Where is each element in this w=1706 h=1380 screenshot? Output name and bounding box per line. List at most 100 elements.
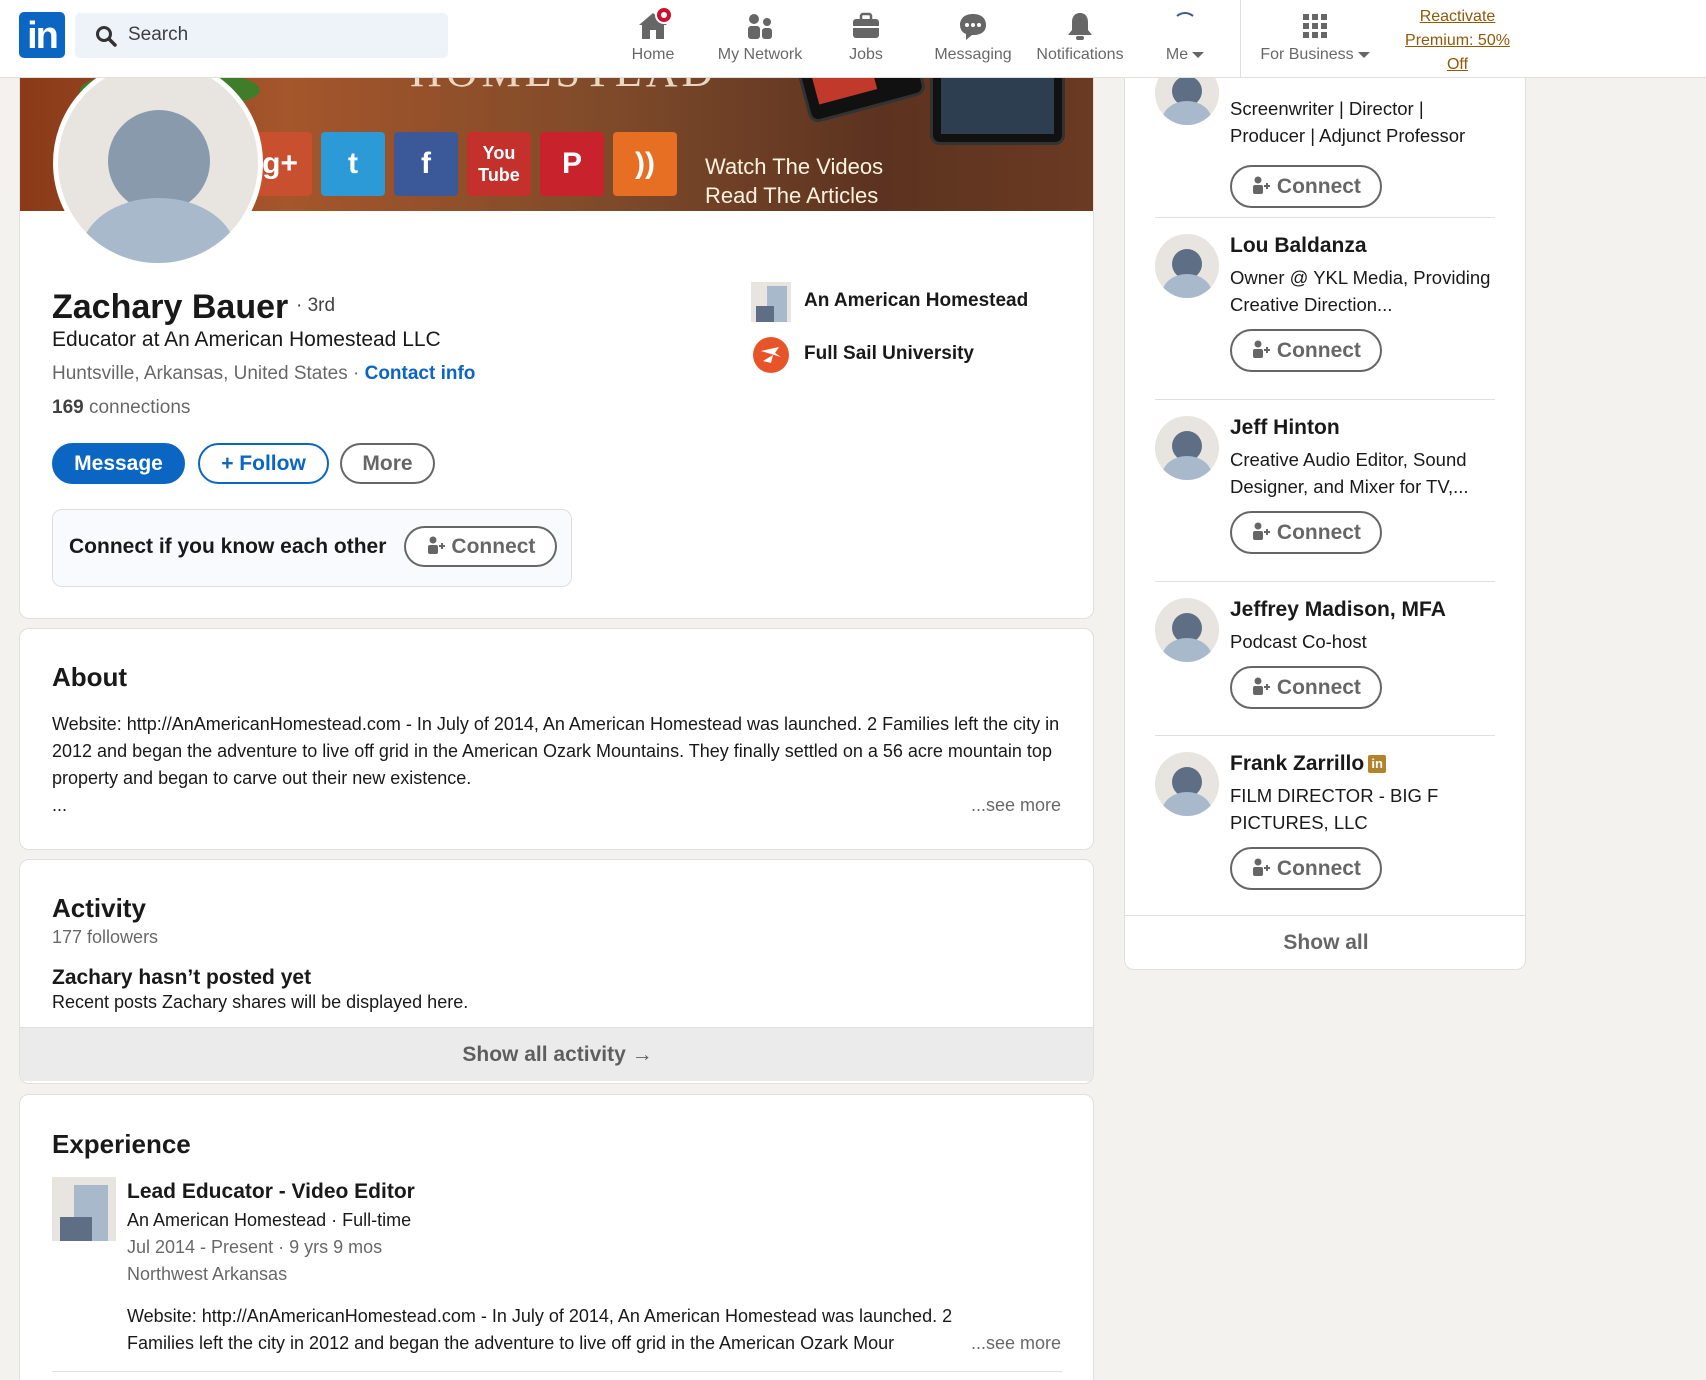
linkedin-premium-icon: in	[1368, 755, 1387, 773]
experience-see-more[interactable]: ...see more	[966, 1330, 1061, 1357]
profile-avatar[interactable]	[53, 60, 263, 268]
add-person-icon	[1253, 340, 1271, 358]
about-text: Website: http://AnAmericanHomestead.com …	[52, 714, 1060, 788]
connect-prompt-box: Connect if you know each other Connect	[52, 509, 572, 587]
add-person-icon	[1253, 176, 1271, 194]
connect-button[interactable]: Connect	[1230, 165, 1382, 208]
add-person-icon	[1253, 522, 1271, 540]
nav-divider	[1240, 0, 1241, 78]
nav-home[interactable]: Home	[620, 6, 686, 72]
nav-jobs[interactable]: Jobs	[836, 6, 896, 72]
plus-icon: +	[221, 452, 234, 475]
me-avatar	[1169, 10, 1201, 42]
nav-notifications[interactable]: Notifications	[1030, 6, 1130, 72]
connect-button[interactable]: Connect	[1230, 666, 1382, 709]
search-placeholder: Search	[128, 24, 189, 45]
pymk-headline: Creative Audio Editor, Sound Designer, a…	[1230, 449, 1469, 497]
university-logo-icon	[751, 335, 791, 375]
facebook-icon: f	[394, 132, 458, 196]
pymk-name[interactable]: Jeffrey Madison, MFA	[1230, 598, 1446, 622]
nav-for-business[interactable]: For Business	[1253, 6, 1377, 72]
pymk-name[interactable]: Frank Zarrillo in	[1230, 752, 1387, 776]
notification-badge	[655, 6, 673, 24]
connect-button[interactable]: Connect	[1230, 511, 1382, 554]
bell-icon	[1064, 10, 1096, 42]
about-see-more[interactable]: ...see more	[971, 792, 1061, 819]
search-icon	[95, 25, 117, 52]
pymk-name[interactable]: Lou Baldanza	[1230, 234, 1367, 258]
connection-degree: · 3rd	[296, 295, 336, 316]
experience-description: Website: http://AnAmericanHomestead.com …	[127, 1306, 953, 1353]
briefcase-icon	[850, 10, 882, 42]
nav-messaging[interactable]: Messaging	[931, 6, 1015, 72]
profile-location: Huntsville, Arkansas, United States · Co…	[52, 363, 476, 384]
nav-home-label: Home	[631, 46, 675, 63]
nav-network-label: My Network	[717, 46, 803, 63]
profile-top-card: HOMESTEAD g+ t f You Tube P )) Watch The …	[19, 60, 1094, 619]
about-title: About	[52, 662, 128, 692]
experience-title: Experience	[52, 1129, 191, 1159]
nav-jobs-label: Jobs	[849, 46, 883, 63]
nav-notifications-label: Notifications	[1036, 46, 1124, 63]
nav-business-label: For Business	[1253, 46, 1377, 64]
search-box[interactable]: Search	[75, 13, 448, 58]
divider	[1155, 735, 1495, 736]
contact-info-link[interactable]: Contact info	[365, 363, 476, 384]
connect-button[interactable]: Connect	[1230, 329, 1382, 372]
nav-me-label: Me	[1160, 46, 1210, 64]
network-icon	[744, 10, 776, 42]
activity-card: Activity 177 followers Zachary hasn’t po…	[19, 859, 1094, 1084]
connections-count[interactable]: 169 connections	[52, 397, 190, 419]
profile-name: Zachary Bauer	[52, 288, 289, 326]
divider	[52, 1371, 1062, 1372]
divider	[1155, 581, 1495, 582]
add-person-icon	[1253, 677, 1271, 695]
activity-empty-text: Recent posts Zachary shares will be disp…	[52, 992, 469, 1012]
company-logo-icon	[751, 282, 791, 322]
activity-title: Activity	[52, 893, 146, 923]
experience-role[interactable]: Lead Educator - Video Editor	[127, 1178, 415, 1205]
show-all-button[interactable]: Show all	[1125, 915, 1525, 969]
message-button[interactable]: Message	[52, 443, 185, 484]
home-icon	[637, 6, 673, 42]
connect-button[interactable]: Connect	[1230, 847, 1382, 890]
nav-my-network[interactable]: My Network	[710, 6, 810, 72]
follow-button[interactable]: + Follow	[198, 443, 329, 484]
premium-link[interactable]: Reactivate Premium: 50% Off	[1395, 5, 1520, 77]
youtube-icon: You Tube	[467, 132, 531, 196]
pymk-headline: Screenwriter | Director | Producer | Adj…	[1230, 98, 1466, 146]
pymk-name[interactable]: Jeff Hinton	[1230, 416, 1340, 440]
experience-card: Experience Lead Educator - Video Editor …	[19, 1094, 1094, 1380]
experience-dates: Jul 2014 - Present · 9 yrs 9 mos	[127, 1237, 383, 1257]
rss-icon: ))	[613, 132, 677, 196]
add-person-icon	[427, 536, 445, 554]
more-button[interactable]: More	[340, 443, 435, 484]
show-all-activity-button[interactable]: Show all activity →	[20, 1027, 1093, 1081]
top-nav: in Search Home My Network Jobs Messaging	[0, 0, 1706, 78]
nav-messaging-label: Messaging	[934, 46, 1012, 63]
avatar[interactable]	[1155, 234, 1219, 298]
nav-me[interactable]: Me	[1160, 6, 1210, 72]
connect-button[interactable]: Connect	[404, 526, 557, 567]
followers-count[interactable]: 177 followers	[52, 924, 158, 951]
avatar[interactable]	[1155, 598, 1219, 662]
pymk-headline: Podcast Co-host	[1230, 631, 1367, 652]
company-logo-icon[interactable]	[52, 1177, 116, 1241]
avatar[interactable]	[1155, 752, 1219, 816]
experience-company: An American Homestead · Full-time	[127, 1210, 412, 1230]
people-you-may-know-card: Screenwriter | Director | Producer | Adj…	[1124, 40, 1526, 970]
grid-icon	[1299, 10, 1331, 42]
messaging-icon	[957, 10, 989, 42]
pymk-headline: Owner @ YKL Media, Providing Creative Di…	[1230, 267, 1491, 315]
pinterest-icon: P	[540, 132, 604, 196]
chevron-down-icon	[1357, 51, 1370, 58]
chevron-down-icon	[1192, 51, 1205, 58]
divider	[1155, 399, 1495, 400]
twitter-icon: t	[321, 132, 385, 196]
divider	[1155, 217, 1495, 218]
banner-tagline: Watch The Videos Read The Articles	[705, 154, 884, 208]
about-card: About Website: http://AnAmericanHomestea…	[19, 628, 1094, 850]
experience-location: Northwest Arkansas	[127, 1264, 288, 1284]
avatar[interactable]	[1155, 416, 1219, 480]
linkedin-logo[interactable]: in	[19, 12, 65, 58]
